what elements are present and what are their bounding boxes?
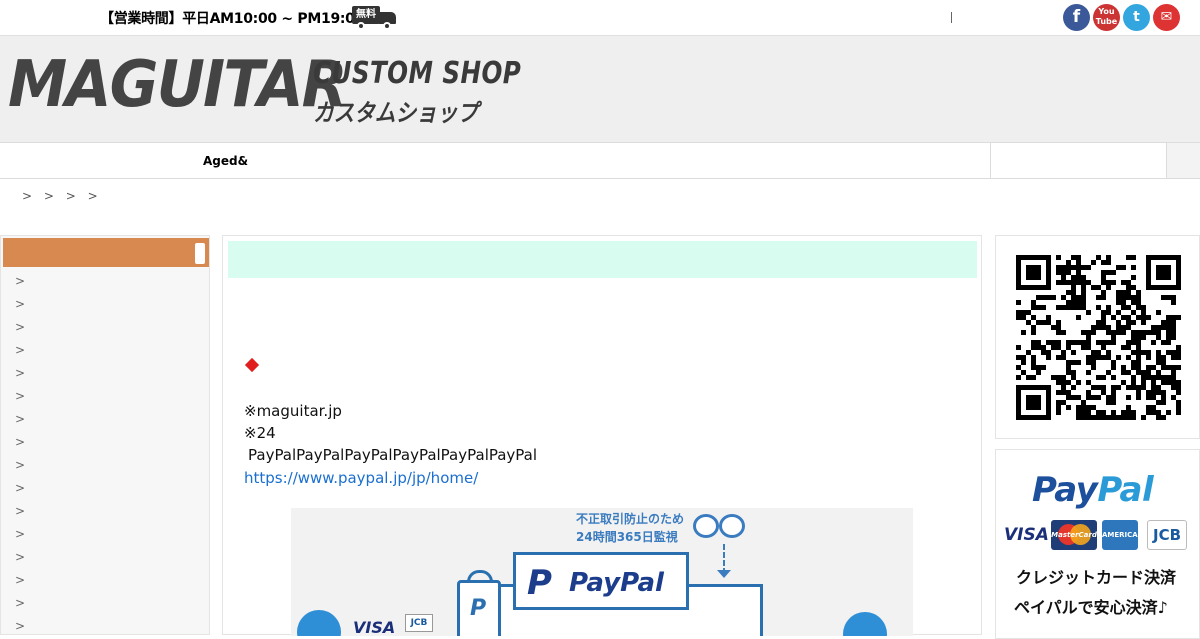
logo-subtitle-ja: カスタムショップ xyxy=(313,99,479,127)
category-sidebar: > > > > > > > > > > > > > > > > xyxy=(0,235,210,635)
search-input[interactable] xyxy=(990,143,1167,178)
paypal-banner[interactable]: PayPal VISA MasterCard AMERICAN EXPRESS … xyxy=(995,449,1200,639)
category-item[interactable]: > xyxy=(15,550,25,564)
credit-card-text: クレジットカード決済 xyxy=(1016,568,1177,587)
note-paypal: PayPalPayPalPayPalPayPalPayPalPayPal xyxy=(248,446,538,464)
qr-code[interactable] xyxy=(1016,255,1181,420)
business-hours: 【営業時間】平日AM10:00 ~ PM19:00 xyxy=(100,11,365,27)
paypal-logo: PayPal xyxy=(1032,470,1154,510)
content-title-band xyxy=(228,241,977,278)
mastercard-logo: MasterCard xyxy=(1051,520,1097,550)
category-item[interactable]: > xyxy=(15,366,25,380)
free-label: 無料 xyxy=(352,6,380,24)
breadcrumb: > > > > xyxy=(22,189,102,203)
category-item[interactable]: > xyxy=(15,343,25,357)
paypal-link[interactable]: https://www.paypal.jp/jp/home/ xyxy=(244,469,478,487)
note-24h: ※24 xyxy=(244,424,276,442)
paypal-wordmark: PayPal xyxy=(569,568,664,598)
youtube-icon[interactable]: You Tube xyxy=(1093,4,1120,31)
main-nav: Aged& xyxy=(0,142,1200,179)
jcb-logo: JCB xyxy=(1147,520,1187,550)
illustration-caption: 不正取引防止のため 24時間365日監視 xyxy=(576,512,685,544)
binoculars-icon xyxy=(689,512,751,540)
category-item[interactable]: > xyxy=(15,619,25,633)
category-item[interactable]: > xyxy=(15,573,25,587)
facebook-icon[interactable]: f xyxy=(1063,4,1090,31)
site-logo[interactable]: MAGUITAR xyxy=(8,50,347,120)
visa-logo: VISA xyxy=(1004,525,1049,545)
search-button[interactable] xyxy=(1166,143,1200,178)
category-item[interactable]: > xyxy=(15,435,25,449)
person-icon xyxy=(297,610,341,636)
free-shipping-badge: 無料 xyxy=(352,6,398,30)
top-bar: 【営業時間】平日AM10:00 ~ PM19:00 無料 f You Tube … xyxy=(0,0,1200,36)
paypal-illustration: 不正取引防止のため 24時間365日監視 P PayPal P VISA JCB xyxy=(291,508,913,636)
category-item[interactable]: > xyxy=(15,458,25,472)
sidebar-header xyxy=(3,238,209,267)
diamond-bullet-icon xyxy=(244,357,260,373)
site-header: MAGUITAR CUSTOM SHOP カスタムショップ xyxy=(0,36,1200,142)
jcb-logo: JCB xyxy=(405,614,433,632)
category-item[interactable]: > xyxy=(15,389,25,403)
category-item[interactable]: > xyxy=(15,504,25,518)
nav-item-aged[interactable]: Aged& xyxy=(203,154,248,168)
note-domain: ※maguitar.jp xyxy=(244,402,342,420)
qr-code-panel xyxy=(995,235,1200,439)
twitter-icon[interactable]: t xyxy=(1123,4,1150,31)
category-item[interactable]: > xyxy=(15,527,25,541)
category-item[interactable]: > xyxy=(15,274,25,288)
category-item[interactable]: > xyxy=(15,481,25,495)
mail-icon[interactable]: ✉ xyxy=(1153,4,1180,31)
paypal-p-icon: P xyxy=(527,563,552,603)
logo-subtitle-en: CUSTOM SHOP xyxy=(313,56,522,91)
category-item[interactable]: > xyxy=(15,320,25,334)
category-item[interactable]: > xyxy=(15,596,25,610)
amex-logo: AMERICAN EXPRESS xyxy=(1102,520,1144,569)
sidebar-toggle[interactable] xyxy=(195,243,205,264)
category-item[interactable]: > xyxy=(15,412,25,426)
main-content: ※maguitar.jp ※24 PayPalPayPalPayPalPayPa… xyxy=(222,235,982,636)
category-item[interactable]: > xyxy=(15,297,25,311)
top-divider xyxy=(951,12,952,23)
person-icon xyxy=(843,612,887,636)
visa-logo: VISA xyxy=(353,618,396,636)
paypal-safe-text: ペイパルで安心決済♪ xyxy=(1014,598,1168,617)
